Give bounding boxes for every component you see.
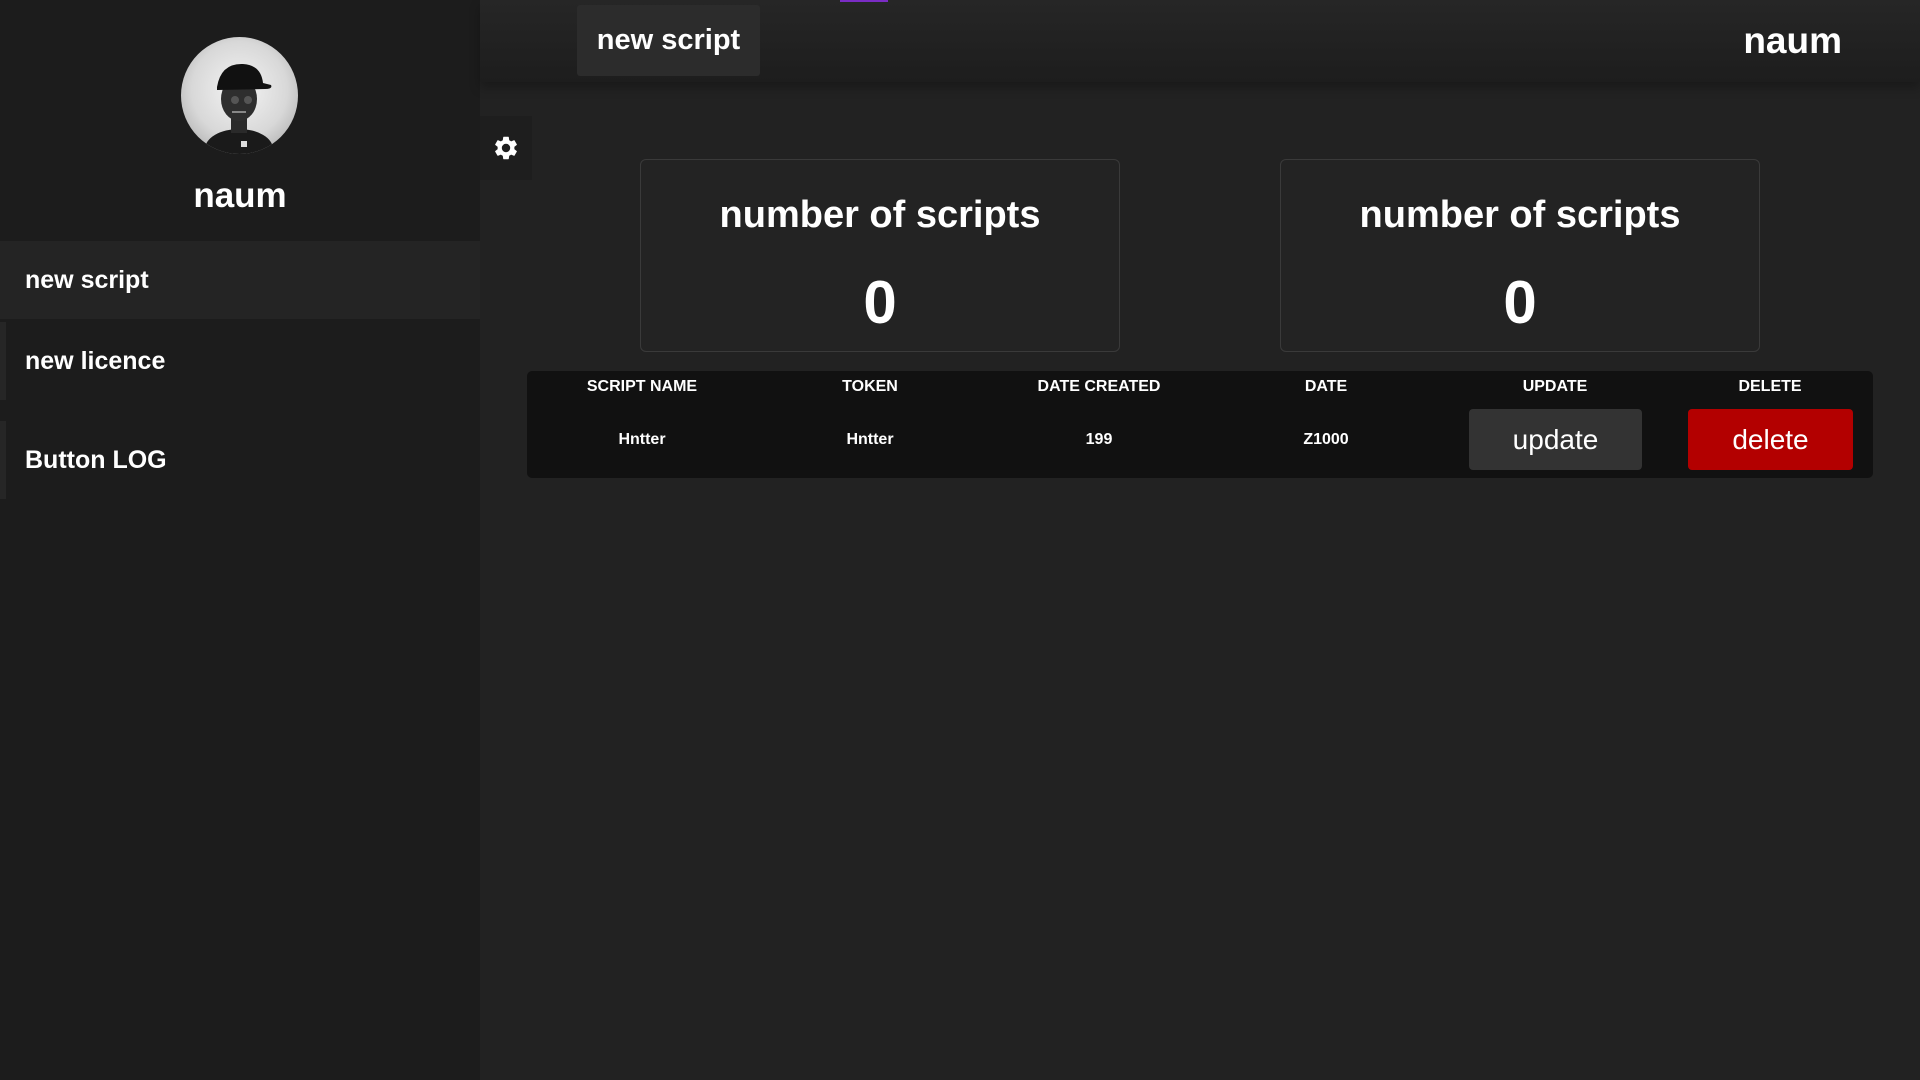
nav-marker [0,421,6,499]
avatar [181,37,298,154]
scripts-table: SCRIPT NAME TOKEN DATE CREATED DATE UPDA… [527,371,1873,478]
sidebar-item-label: new licence [25,346,166,375]
new-script-button[interactable]: new script [577,5,760,76]
stat-card-title: number of scripts [719,194,1041,236]
sidebar-item-button-log[interactable]: Button LOG [0,421,480,499]
cell-script-name: Hntter [618,431,666,448]
profile-section: naum [0,0,480,240]
update-button[interactable]: update [1469,409,1642,470]
column-header-date-created: DATE CREATED [1037,378,1161,395]
cell-date: Z1000 [1303,431,1349,448]
stat-card-title: number of scripts [1359,194,1681,236]
gear-icon [495,136,517,160]
column-header-token: TOKEN [842,378,898,395]
sidebar-item-label: new script [25,265,149,294]
column-header-date: DATE [1304,378,1348,395]
stat-card: number of scripts 0 [640,159,1120,352]
delete-button[interactable]: delete [1688,409,1853,470]
settings-button[interactable] [480,116,532,180]
sidebar: naum new script new licence Button LOG [0,0,480,1080]
sidebar-item-new-licence[interactable]: new licence [0,322,480,400]
cell-token: Hntter [846,431,894,448]
column-header-delete: DELETE [1738,378,1802,395]
sidebar-item-new-script[interactable]: new script [0,241,480,319]
profile-name: naum [193,176,287,215]
header-user-name: naum [1743,20,1842,61]
stat-card: number of scripts 0 [1280,159,1760,352]
avatar-image [205,63,273,154]
sidebar-item-label: Button LOG [25,445,167,474]
nav-marker [0,322,6,400]
column-header-script-name: SCRIPT NAME [586,378,698,395]
stat-card-value: 0 [863,269,897,336]
cell-date-created: 199 [1085,431,1113,448]
column-header-update: UPDATE [1522,378,1588,395]
accent-line [840,0,888,2]
stat-card-value: 0 [1503,269,1537,336]
